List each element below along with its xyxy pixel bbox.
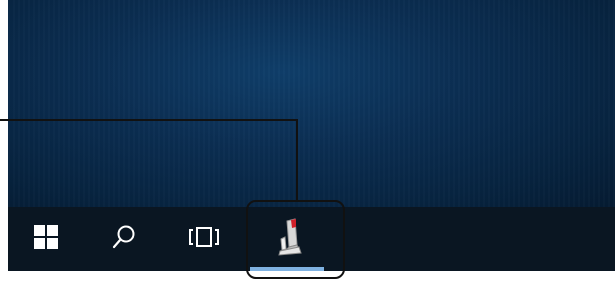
callout-leader-line-vertical xyxy=(296,119,298,201)
callout-highlight-box xyxy=(246,200,345,279)
task-view-button[interactable] xyxy=(178,207,230,271)
desktop-background xyxy=(8,0,615,207)
start-button[interactable] xyxy=(20,207,72,271)
callout-leader-line xyxy=(0,119,298,121)
search-button[interactable] xyxy=(98,207,150,271)
windows-logo-icon xyxy=(34,224,58,254)
screen xyxy=(0,0,615,283)
task-view-icon xyxy=(186,226,222,253)
search-icon xyxy=(112,224,136,255)
